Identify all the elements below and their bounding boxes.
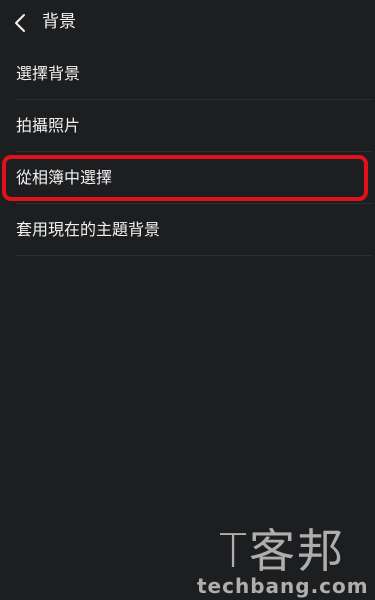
menu-item-label: 套用現在的主題背景 <box>16 220 161 239</box>
watermark-logo: T客邦 techbang.com <box>197 524 369 598</box>
menu-item-take-photo[interactable]: 拍攝照片 <box>0 100 375 152</box>
menu-item-choose-background[interactable]: 選擇背景 <box>0 48 375 100</box>
chevron-left-icon[interactable] <box>12 13 30 33</box>
menu-item-label: 選擇背景 <box>16 64 81 83</box>
divider <box>16 255 373 256</box>
background-options-list: 選擇背景 拍攝照片 從相簿中選擇 套用現在的主題背景 <box>0 48 375 256</box>
page-title: 背景 <box>42 12 76 32</box>
menu-item-choose-from-album[interactable]: 從相簿中選擇 <box>0 152 375 204</box>
watermark-url: techbang.com <box>197 574 369 598</box>
watermark-brand: T客邦 <box>218 524 346 578</box>
top-app-bar: 背景 <box>0 0 375 46</box>
menu-item-apply-current-theme-background[interactable]: 套用現在的主題背景 <box>0 204 375 256</box>
menu-item-label: 從相簿中選擇 <box>16 168 113 187</box>
menu-item-label: 拍攝照片 <box>16 116 81 135</box>
